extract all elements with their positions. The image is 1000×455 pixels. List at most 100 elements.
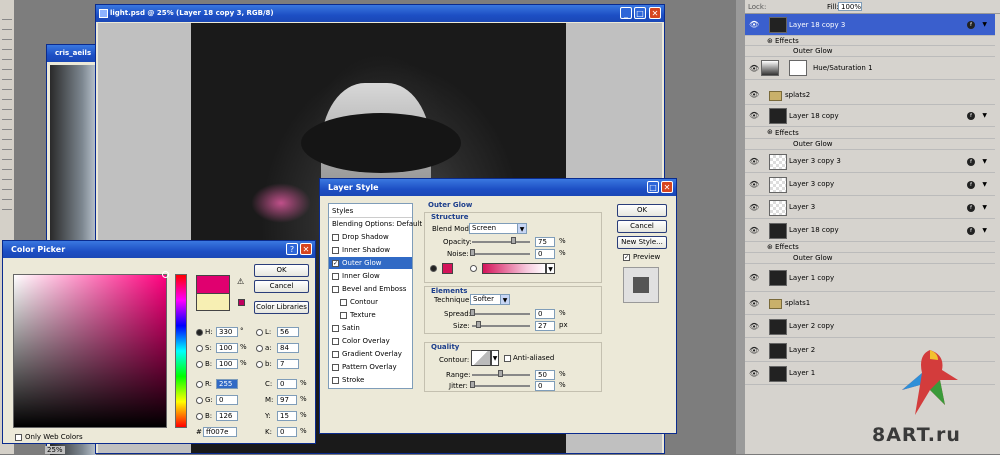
layer-row[interactable]: 👁 Layer 18 copy f ▼	[745, 105, 995, 127]
inner-shadow-checkbox[interactable]	[332, 247, 339, 254]
contour-picker[interactable]	[471, 350, 491, 366]
l-field[interactable]: 56	[277, 327, 299, 337]
stroke-checkbox[interactable]	[332, 377, 339, 384]
web-safe-icon[interactable]	[238, 299, 245, 306]
opacity-field[interactable]: 75	[535, 237, 555, 247]
style-list-inner-glow[interactable]: Inner Glow	[342, 272, 380, 280]
color-picker-ok-button[interactable]: OK	[254, 264, 309, 277]
layer-effect-row[interactable]: Outer Glow	[745, 46, 995, 57]
expand-effects-icon[interactable]: ▼	[982, 112, 987, 119]
style-list[interactable]: Styles Blending Options: Default Drop Sh…	[328, 203, 422, 389]
m-field[interactable]: 97	[277, 395, 297, 405]
lab-b-field[interactable]: 7	[277, 359, 299, 369]
zoom-status[interactable]: 25%	[45, 446, 65, 454]
style-list-texture[interactable]: Texture	[350, 311, 376, 319]
fx-badge-icon[interactable]: f	[967, 226, 975, 235]
a-field[interactable]: 84	[277, 343, 299, 353]
expand-effects-icon[interactable]: ▼	[982, 158, 987, 165]
layer-row[interactable]: 👁 Layer 3 copy f ▼	[745, 173, 995, 196]
r-radio[interactable]	[196, 381, 203, 388]
g-field[interactable]: 0	[216, 395, 238, 405]
l-radio[interactable]	[256, 329, 263, 336]
opacity-slider-thumb[interactable]	[511, 237, 516, 244]
layer-style-help-button[interactable]: □	[647, 181, 659, 193]
layer-row[interactable]: 👁 Layer 3 f ▼	[745, 196, 995, 219]
style-list-drop-shadow[interactable]: Drop Shadow	[342, 233, 389, 241]
fx-badge-icon[interactable]: f	[967, 112, 975, 120]
visibility-eye-icon[interactable]: 👁	[749, 90, 759, 100]
c-field[interactable]: 0	[277, 379, 297, 389]
noise-slider-track[interactable]	[472, 253, 530, 255]
pattern-overlay-checkbox[interactable]	[332, 364, 339, 371]
visibility-eye-icon[interactable]: 👁	[749, 20, 759, 30]
preview-checkbox[interactable]: ✓	[623, 254, 630, 261]
anti-aliased-checkbox[interactable]	[504, 355, 511, 362]
jitter-slider-thumb[interactable]	[470, 381, 475, 388]
spread-slider-track[interactable]	[472, 313, 530, 315]
layer-row[interactable]: 👁 Layer 18 copy f ▼	[745, 219, 995, 242]
new-style-button[interactable]: New Style...	[617, 236, 667, 249]
h-field[interactable]: 330	[216, 327, 238, 337]
layer-row[interactable]: 👁 Hue/Saturation 1	[745, 57, 995, 80]
layer-group-row[interactable]: 👁 splats2	[745, 85, 995, 105]
jitter-field[interactable]: 0	[535, 381, 555, 391]
contour-dropdown-icon[interactable]: ▼	[491, 350, 499, 366]
color-libraries-button[interactable]: Color Libraries	[254, 301, 309, 314]
effects-icon[interactable]: ⊛	[767, 37, 773, 45]
style-list-pattern-overlay[interactable]: Pattern Overlay	[342, 363, 397, 371]
effects-icon[interactable]: ⊛	[767, 243, 773, 251]
layer-style-dialog[interactable]: Layer Style □ ✕ Styles Blending Options:…	[319, 178, 677, 434]
color-picker-dialog[interactable]: Color Picker ? ✕ ⚠ OK Cancel Color Libra…	[2, 240, 316, 444]
gamut-warning-icon[interactable]: ⚠	[237, 277, 244, 286]
layer-row[interactable]: 👁 Layer 18 copy 3 f ▼	[745, 14, 995, 36]
size-slider-thumb[interactable]	[476, 321, 481, 328]
style-list-stroke[interactable]: Stroke	[342, 376, 364, 384]
k-field[interactable]: 0	[277, 427, 297, 437]
color-field[interactable]	[13, 274, 167, 428]
gradient-overlay-checkbox[interactable]	[332, 351, 339, 358]
spread-field[interactable]: 0	[535, 309, 555, 319]
layer-effect-row[interactable]: Outer Glow	[745, 253, 995, 264]
glow-color-swatch[interactable]	[442, 263, 453, 274]
opacity-slider-track[interactable]	[472, 241, 530, 243]
layer-style-close-button[interactable]: ✕	[661, 181, 673, 193]
size-field[interactable]: 27	[535, 321, 555, 331]
layer-effect-row[interactable]: ⊛ Effects	[745, 127, 995, 139]
fill-field[interactable]: 100%	[838, 2, 862, 11]
close-button[interactable]: ✕	[649, 7, 661, 19]
layer-row[interactable]: 👁 Layer 3 copy 3 f ▼	[745, 150, 995, 173]
visibility-eye-icon[interactable]: 👁	[749, 64, 759, 74]
layer-row[interactable]: 👁 Layer 1 copy	[745, 264, 995, 292]
blue-field[interactable]: 126	[216, 411, 238, 421]
contour-checkbox[interactable]	[340, 299, 347, 306]
range-field[interactable]: 50	[535, 370, 555, 380]
s-field[interactable]: 100	[216, 343, 238, 353]
effects-icon[interactable]: ⊛	[767, 128, 773, 136]
style-list-bevel[interactable]: Bevel and Emboss	[342, 285, 406, 293]
satin-checkbox[interactable]	[332, 325, 339, 332]
visibility-eye-icon[interactable]: 👁	[749, 369, 759, 379]
glow-gradient-radio[interactable]	[470, 265, 477, 272]
visibility-eye-icon[interactable]: 👁	[749, 273, 759, 283]
fx-badge-icon[interactable]: f	[967, 21, 975, 29]
style-list-styles[interactable]: Styles	[332, 207, 353, 215]
style-list-outer-glow[interactable]: Outer Glow	[342, 259, 381, 267]
fx-badge-icon[interactable]: f	[967, 203, 975, 212]
bevel-checkbox[interactable]	[332, 286, 339, 293]
layer-group-row[interactable]: 👁 splats1	[745, 292, 995, 315]
layer-style-ok-button[interactable]: OK	[617, 204, 667, 217]
visibility-eye-icon[interactable]: 👁	[749, 203, 759, 213]
maximize-button[interactable]: □	[634, 7, 646, 19]
expand-effects-icon[interactable]: ▼	[982, 204, 987, 211]
layer-row[interactable]: 👁 Layer 2 copy	[745, 315, 995, 338]
only-web-colors-checkbox[interactable]	[15, 434, 22, 441]
blue-radio[interactable]	[196, 413, 203, 420]
color-picker-close-button[interactable]: ✕	[300, 243, 312, 255]
style-list-color-overlay[interactable]: Color Overlay	[342, 337, 390, 345]
glow-gradient-dropdown-icon[interactable]: ▼	[546, 263, 555, 274]
inner-glow-checkbox[interactable]	[332, 273, 339, 280]
fx-badge-icon[interactable]: f	[967, 157, 975, 166]
color-overlay-checkbox[interactable]	[332, 338, 339, 345]
style-list-contour[interactable]: Contour	[350, 298, 378, 306]
glow-color-radio[interactable]	[430, 265, 437, 272]
